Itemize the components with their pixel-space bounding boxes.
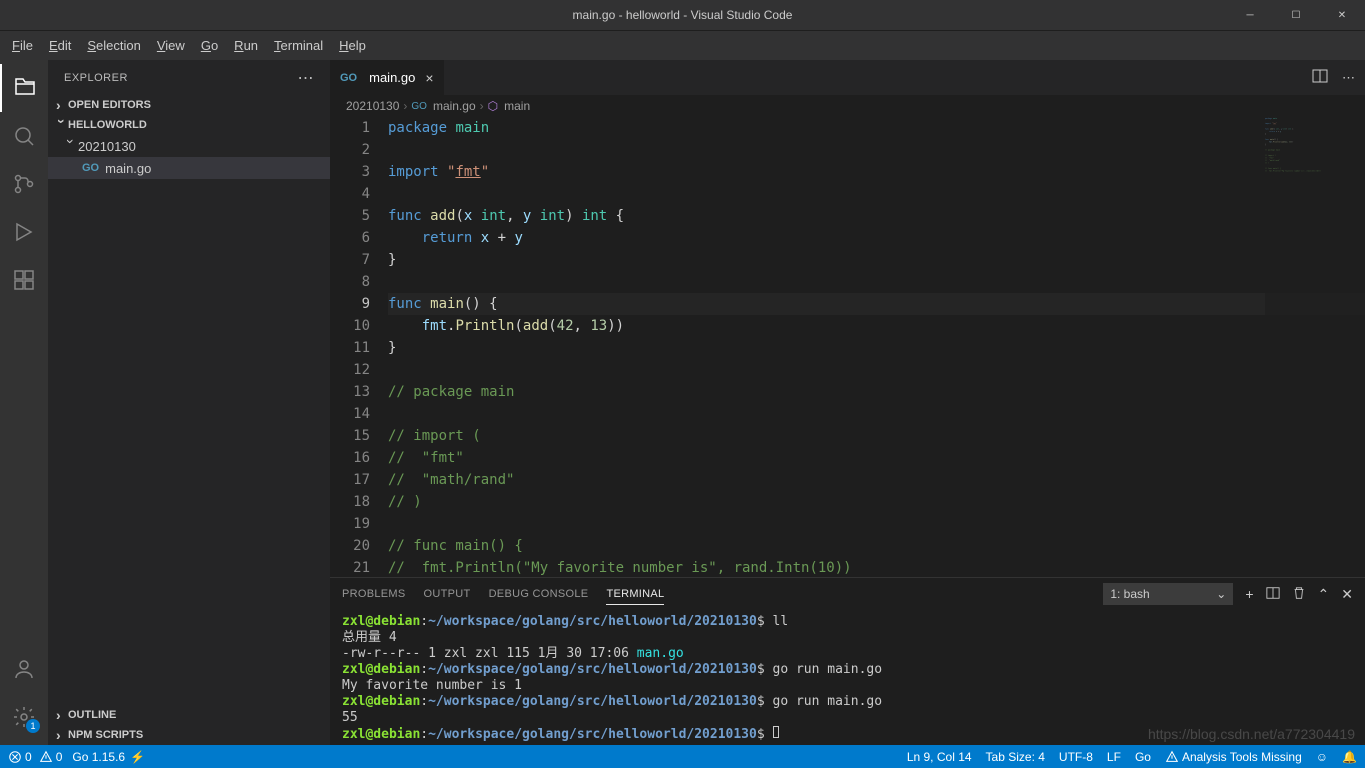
go-file-icon: GO (411, 101, 427, 112)
sidebar-header: EXPLORER ⋯ (48, 60, 330, 95)
tree-file-main-go[interactable]: GO main.go (48, 157, 330, 179)
sidebar-title: EXPLORER (64, 72, 128, 84)
menubar: FileEditSelectionViewGoRunTerminalHelp (0, 30, 1365, 60)
menu-terminal[interactable]: Terminal (266, 31, 331, 61)
activity-bar: 1 (0, 60, 48, 745)
maximize-panel-icon[interactable]: ⌃ (1318, 586, 1330, 603)
status-feedback-icon[interactable]: ☺ (1316, 750, 1328, 764)
tree-folder[interactable]: 20210130 (48, 135, 330, 157)
window-title: main.go - helloworld - Visual Studio Cod… (573, 8, 793, 22)
split-editor-icon[interactable] (1312, 68, 1328, 87)
code-content[interactable]: package main import "fmt" func add(x int… (388, 117, 1365, 577)
status-bell-icon[interactable]: 🔔 (1342, 750, 1357, 764)
close-icon[interactable]: × (425, 70, 433, 86)
search-icon[interactable] (0, 112, 48, 160)
close-button[interactable]: ✕ (1319, 0, 1365, 30)
status-cursor[interactable]: Ln 9, Col 14 (907, 750, 972, 764)
open-editors-section[interactable]: OPEN EDITORS (48, 95, 330, 115)
status-errors[interactable]: 0 0 (8, 750, 62, 764)
sidebar-more-icon[interactable]: ⋯ (298, 68, 315, 88)
tab-main-go[interactable]: GO main.go × (330, 60, 445, 95)
status-encoding[interactable]: UTF-8 (1059, 750, 1093, 764)
go-file-icon: GO (340, 72, 357, 84)
accounts-icon[interactable] (0, 645, 48, 693)
status-analysis-warning[interactable]: Analysis Tools Missing (1165, 750, 1302, 764)
menu-edit[interactable]: Edit (41, 31, 79, 61)
status-tab-size[interactable]: Tab Size: 4 (986, 750, 1045, 764)
more-actions-icon[interactable]: ⋯ (1342, 70, 1355, 86)
menu-file[interactable]: File (4, 31, 41, 61)
tab-output[interactable]: OUTPUT (424, 584, 471, 604)
terminal-content[interactable]: zxl@debian:~/workspace/golang/src/hellow… (330, 610, 1365, 745)
minimize-button[interactable]: ─ (1227, 0, 1273, 30)
line-gutter: 123456789101112131415161718192021 (330, 117, 388, 577)
kill-terminal-icon[interactable] (1292, 586, 1306, 603)
split-terminal-icon[interactable] (1266, 586, 1280, 603)
status-go-version[interactable]: Go 1.15.6 ⚡ (72, 750, 145, 764)
close-panel-icon[interactable]: ✕ (1341, 586, 1353, 603)
extensions-icon[interactable] (0, 256, 48, 304)
terminal-selector[interactable]: 1: bash (1103, 583, 1233, 605)
outline-section[interactable]: OUTLINE (48, 705, 330, 725)
run-debug-icon[interactable] (0, 208, 48, 256)
new-terminal-icon[interactable]: + (1245, 586, 1253, 602)
menu-go[interactable]: Go (193, 31, 226, 61)
tabs-bar: GO main.go × ⋯ (330, 60, 1365, 95)
menu-selection[interactable]: Selection (79, 31, 148, 61)
npm-scripts-section[interactable]: NPM SCRIPTS (48, 725, 330, 745)
tab-terminal[interactable]: TERMINAL (606, 584, 664, 605)
tab-problems[interactable]: PROBLEMS (342, 584, 406, 604)
menu-view[interactable]: View (149, 31, 193, 61)
editor-body[interactable]: 123456789101112131415161718192021 packag… (330, 117, 1365, 577)
maximize-button[interactable]: ☐ (1273, 0, 1319, 30)
project-section[interactable]: HELLOWORLD (48, 115, 330, 135)
watermark: https://blog.csdn.net/a772304419 (1148, 726, 1355, 742)
symbol-icon: ⬡ (488, 99, 498, 113)
minimap[interactable]: package main import "fmt" func add(x int… (1265, 117, 1365, 577)
bottom-panel: PROBLEMS OUTPUT DEBUG CONSOLE TERMINAL 1… (330, 577, 1365, 745)
settings-icon[interactable]: 1 (0, 693, 48, 741)
window-controls: ─ ☐ ✕ (1227, 0, 1365, 30)
status-eol[interactable]: LF (1107, 750, 1121, 764)
source-control-icon[interactable] (0, 160, 48, 208)
titlebar: main.go - helloworld - Visual Studio Cod… (0, 0, 1365, 30)
sidebar: EXPLORER ⋯ OPEN EDITORS HELLOWORLD 20210… (48, 60, 330, 745)
panel-tabs: PROBLEMS OUTPUT DEBUG CONSOLE TERMINAL 1… (330, 578, 1365, 610)
menu-help[interactable]: Help (331, 31, 374, 61)
status-lang[interactable]: Go (1135, 750, 1151, 764)
go-file-icon: GO (82, 162, 99, 174)
tab-debug-console[interactable]: DEBUG CONSOLE (489, 584, 589, 604)
explorer-icon[interactable] (0, 64, 48, 112)
breadcrumbs[interactable]: 20210130 › GO main.go › ⬡ main (330, 95, 1365, 117)
menu-run[interactable]: Run (226, 31, 266, 61)
editor-area: GO main.go × ⋯ 20210130 › GO main.go › ⬡… (330, 60, 1365, 745)
settings-badge: 1 (26, 719, 40, 733)
statusbar: 0 0 Go 1.15.6 ⚡ Ln 9, Col 14 Tab Size: 4… (0, 745, 1365, 768)
